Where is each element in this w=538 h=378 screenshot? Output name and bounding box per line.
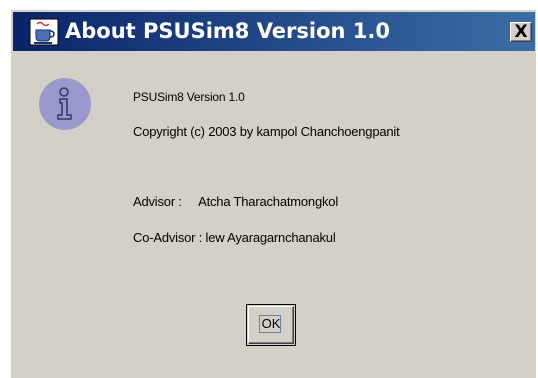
close-button[interactable]: X [510,22,532,42]
java-coffee-cup-icon [29,18,59,46]
advisor-text: Advisor : Atcha Tharachatmongkol [133,194,339,209]
copyright-text: Copyright (c) 2003 by kampol Chanchoengp… [133,124,400,139]
co-advisor-text: Co-Advisor : lew Ayaragarnchanakul [133,230,336,245]
product-version-text: PSUSim8 Version 1.0 [133,90,245,104]
ok-button[interactable]: OK [246,304,296,346]
info-icon [39,78,91,130]
about-dialog: About PSUSim8 Version 1.0 X PSUSim8 Vers… [10,9,536,378]
ok-button-label: OK [261,316,281,331]
close-icon: X [514,22,528,42]
window-title: About PSUSim8 Version 1.0 [65,19,390,43]
title-bar[interactable]: About PSUSim8 Version 1.0 X [13,12,535,51]
